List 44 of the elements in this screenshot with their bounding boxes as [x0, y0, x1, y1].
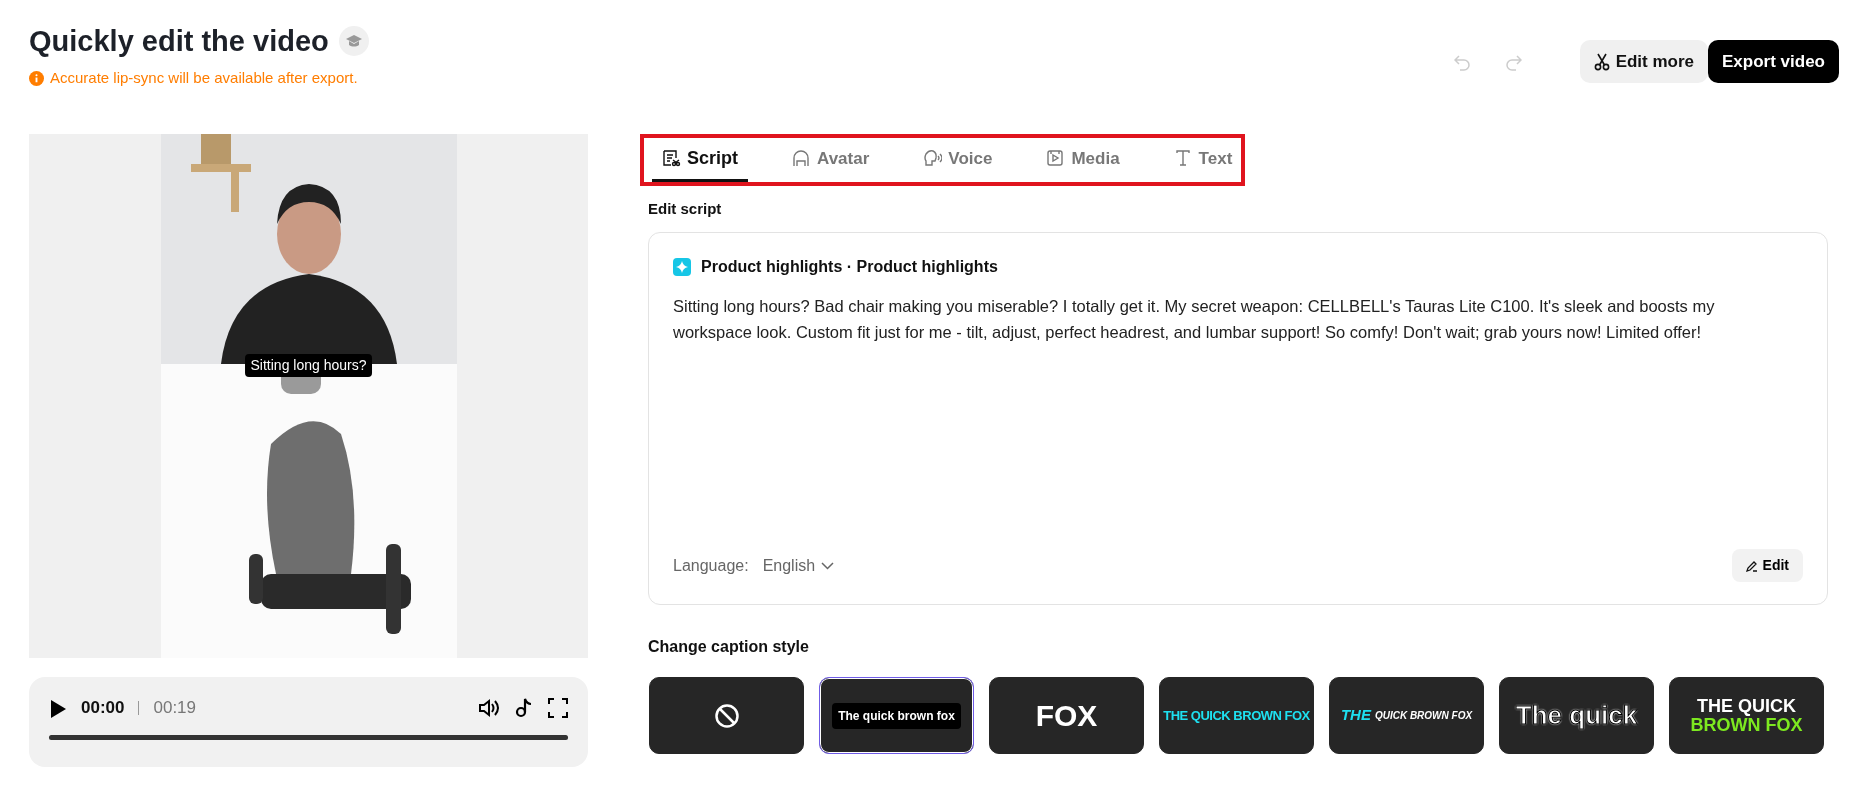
export-button[interactable]: Export video	[1708, 40, 1839, 83]
duration: 00:19	[153, 697, 197, 719]
scissors-icon	[1593, 52, 1610, 71]
tab[interactable]: Voice	[913, 138, 1003, 182]
fullscreen-icon[interactable]	[548, 697, 568, 718]
info-icon	[29, 70, 44, 86]
graduation-cap-icon[interactable]	[338, 26, 369, 57]
script-title: Product highlights · Product highlights	[701, 257, 998, 277]
redo-icon	[1503, 53, 1522, 72]
sparkle-icon	[673, 258, 691, 276]
text-icon	[1173, 149, 1193, 168]
undo-icon	[1453, 53, 1472, 72]
language-label: Language:	[673, 555, 749, 576]
caption-style-option[interactable]: THE QUICK BROWN FOX	[1669, 677, 1824, 754]
section-title: Change caption style	[648, 637, 810, 657]
tab[interactable]: Avatar	[782, 138, 880, 182]
progress-track[interactable]	[49, 734, 568, 740]
notice-text: Accurate lip-sync will be available after export.	[50, 67, 358, 88]
voice-icon	[923, 149, 943, 168]
video-caption: Sitting long hours?	[244, 354, 373, 377]
tab[interactable]: Script	[652, 138, 748, 182]
caption-style-option[interactable]: The quick brown fox	[819, 677, 974, 754]
chevron-down-icon	[821, 561, 835, 570]
edit-more-button[interactable]: Edit more	[1579, 40, 1709, 83]
edit-button[interactable]: Edit	[1731, 549, 1803, 582]
tab[interactable]: Text	[1163, 138, 1243, 182]
tab[interactable]: Media	[1036, 138, 1130, 182]
media-icon	[1046, 149, 1066, 168]
page-title: Quickly edit the video	[29, 24, 329, 59]
current-time: 00:00	[81, 697, 125, 719]
section-label: Edit script	[648, 200, 723, 218]
caption-style-option[interactable]: The quick	[1499, 677, 1654, 754]
caption-style-option[interactable]	[649, 677, 804, 754]
music-note-icon[interactable]	[514, 696, 534, 719]
caption-style-option[interactable]: THE QUICK BROWN FOX	[1329, 677, 1484, 754]
no-caption-icon	[713, 702, 740, 729]
script-icon	[662, 149, 681, 168]
script-text[interactable]: Sitting long hours? Bad chair making you miserable? I totally get it. My secret weapon: CELLBELL's Tauras Lite C100. It's sleek and boosts my workspace look. Custom fit just for me - tilt, adjust, perfect headrest, and lumbar support! So comfy! Don't wait; grab yours now! Limited offer!	[673, 293, 1793, 345]
pencil-icon	[1745, 559, 1758, 572]
caption-style-option[interactable]: FOX	[989, 677, 1144, 754]
language-dropdown[interactable]: English	[762, 553, 835, 578]
volume-icon[interactable]	[478, 697, 500, 718]
avatar-icon	[792, 149, 811, 168]
caption-style-option[interactable]: THE QUICK BROWN FOX	[1159, 677, 1314, 754]
